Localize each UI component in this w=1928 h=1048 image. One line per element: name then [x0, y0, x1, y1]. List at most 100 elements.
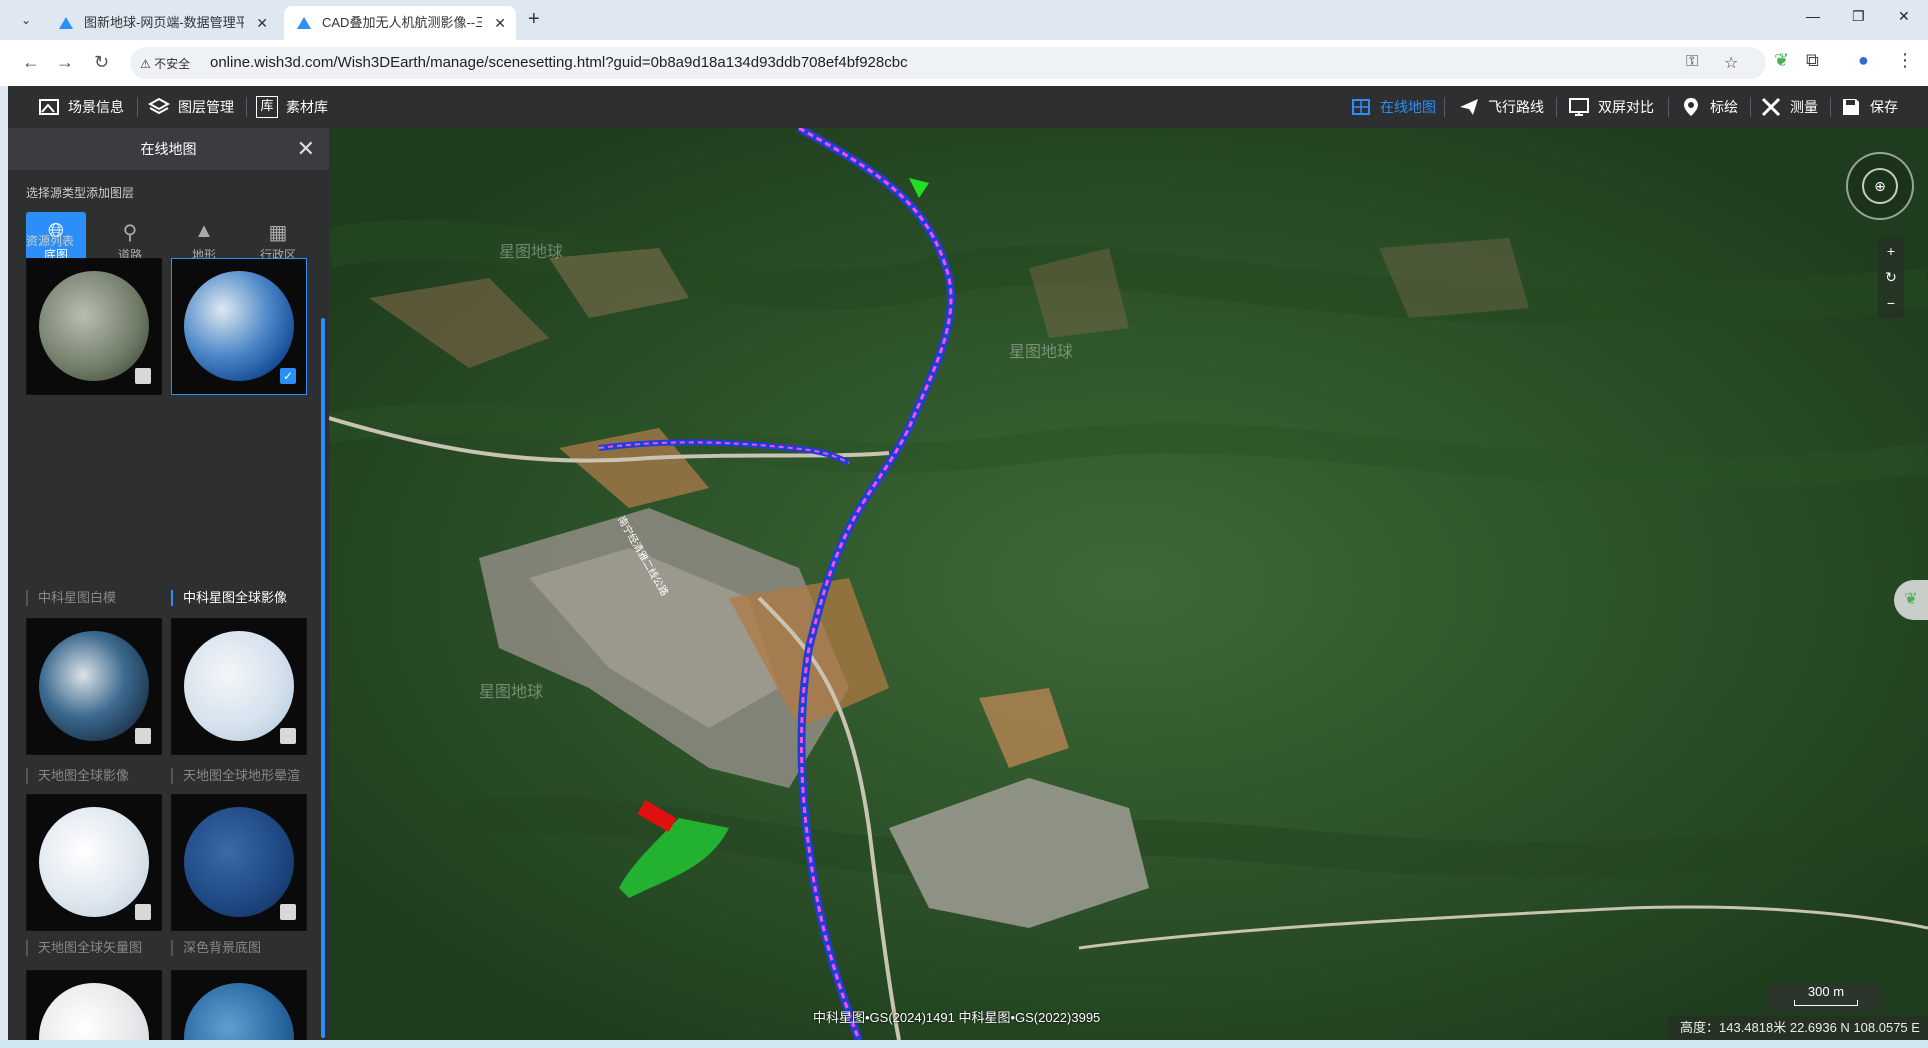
compass-control[interactable]: ⊕: [1846, 152, 1914, 220]
minimize-icon[interactable]: —: [1806, 8, 1820, 24]
wish3d-favicon-icon: [297, 17, 311, 29]
resource-checkbox[interactable]: [280, 904, 296, 920]
new-tab-button[interactable]: +: [528, 8, 540, 31]
map-viewport[interactable]: 星图地球 星图地球 星图地球 南宁经清雅二线公路 ⊕ + ↻ − ❦ 中科星图•…: [329, 128, 1928, 1040]
taskbar-strip: [0, 1040, 1928, 1048]
road-icon: ⚲: [122, 222, 138, 244]
online-map-icon: [1352, 99, 1370, 115]
close-icon[interactable]: ✕: [297, 138, 315, 160]
toolbar-label: 场景信息: [68, 99, 124, 115]
panel-title: 在线地图: [8, 128, 329, 170]
material-library-button[interactable]: 库 素材库: [256, 86, 328, 128]
map-watermark: 星图地球: [479, 684, 544, 701]
dual-screen-icon: [1569, 98, 1589, 116]
resource-tile[interactable]: [26, 970, 162, 1048]
toolbar-divider: [1830, 97, 1831, 117]
zoom-control: + ↻ −: [1878, 238, 1904, 318]
resource-tile[interactable]: [26, 618, 162, 755]
tab-title: 图新地球-网页端-数据管理平台: [84, 15, 244, 30]
panel-scrollbar[interactable]: [321, 318, 325, 1038]
close-tab-icon[interactable]: ✕: [256, 6, 268, 40]
bookmark-star-icon[interactable]: ☆: [1724, 53, 1738, 73]
globe-thumbnail: [39, 631, 149, 741]
scale-bar: 300 m: [1770, 984, 1882, 1012]
browser-tab-1[interactable]: 图新地球-网页端-数据管理平台 ✕: [46, 6, 278, 40]
location-pin-icon: [1684, 98, 1698, 116]
resource-checkbox[interactable]: [135, 368, 151, 384]
back-icon[interactable]: ←: [22, 52, 40, 73]
globe-thumbnail: [39, 983, 149, 1048]
browser-menu-icon[interactable]: ⋮: [1896, 50, 1914, 71]
district-icon: ▦: [268, 222, 288, 244]
coordinates-readout: 高度：143.4818米 22.6936 N 108.0575 E: [1668, 1016, 1928, 1040]
map-watermark: 星图地球: [1009, 344, 1074, 361]
online-map-button[interactable]: 在线地图: [1350, 86, 1436, 128]
save-icon: [1843, 99, 1859, 115]
zoom-out-button[interactable]: −: [1878, 290, 1904, 316]
toolbar-label: 飞行路线: [1488, 99, 1544, 115]
profile-avatar-icon[interactable]: ●: [1858, 50, 1869, 71]
toolbar-divider: [1750, 97, 1751, 117]
toolbar-label: 保存: [1870, 99, 1898, 115]
resource-tile[interactable]: [171, 794, 307, 931]
extensions-puzzle-icon[interactable]: ⧉: [1806, 50, 1819, 71]
resource-checkbox[interactable]: [135, 904, 151, 920]
plot-button[interactable]: 标绘: [1680, 86, 1738, 128]
security-indicator[interactable]: ⚠ 不安全: [140, 55, 190, 72]
toolbar-divider: [1556, 97, 1557, 117]
toolbar-label: 双屏对比: [1598, 99, 1654, 115]
globe-thumbnail: [184, 807, 294, 917]
close-window-icon[interactable]: ✕: [1898, 8, 1910, 25]
measure-button[interactable]: 测量: [1760, 86, 1818, 128]
scene-info-button[interactable]: 场景信息: [38, 86, 124, 128]
resource-tile[interactable]: [171, 618, 307, 755]
resource-tile[interactable]: ✓: [171, 258, 307, 395]
password-key-icon[interactable]: ⚿: [1686, 53, 1698, 71]
reset-view-button[interactable]: ↻: [1878, 264, 1904, 290]
extension-leaf-icon[interactable]: ❦: [1774, 50, 1789, 71]
map-watermark: 星图地球: [499, 244, 564, 261]
url-text[interactable]: online.wish3d.com/Wish3DEarth/manage/sce…: [210, 54, 908, 71]
resource-label: 天地图全球矢量图: [26, 940, 162, 956]
tab-search-icon[interactable]: ⌄: [14, 9, 38, 31]
toolbar-label: 标绘: [1710, 99, 1738, 115]
source-type-label: 选择源类型添加图层: [26, 186, 135, 200]
toolbar-divider: [1668, 97, 1669, 117]
restore-icon[interactable]: ❐: [1852, 8, 1865, 25]
wish3d-favicon-icon: [59, 17, 73, 29]
toolbar-divider: [1444, 97, 1445, 117]
close-tab-icon[interactable]: ✕: [494, 6, 506, 40]
toolbar-label: 图层管理: [178, 99, 234, 115]
omnibox[interactable]: ⚠ 不安全 online.wish3d.com/Wish3DEarth/mana…: [130, 47, 1766, 79]
browser-tab-2[interactable]: CAD叠加无人机航测影像--三维 ✕: [284, 6, 516, 40]
dual-screen-button[interactable]: 双屏对比: [1568, 86, 1654, 128]
scale-bar-line: [1794, 1000, 1858, 1006]
resource-tile[interactable]: [171, 970, 307, 1048]
side-plugin-icon[interactable]: ❦: [1894, 580, 1928, 620]
toolbar-label: 测量: [1790, 99, 1818, 115]
resource-tile[interactable]: [26, 258, 162, 395]
resource-tile[interactable]: [26, 794, 162, 931]
resource-checkbox[interactable]: [280, 728, 296, 744]
resource-checkbox[interactable]: [135, 728, 151, 744]
resource-list-label: 资源列表: [26, 234, 75, 248]
app-toolbar: 场景信息 图层管理 库 素材库 在线地图 飞行路线 双屏对比 标绘 测量 保存: [8, 86, 1928, 128]
satellite-imagery: [329, 128, 1928, 1040]
layer-manage-button[interactable]: 图层管理: [148, 86, 234, 128]
reload-icon[interactable]: ↻: [94, 52, 109, 73]
zoom-in-button[interactable]: +: [1878, 238, 1904, 264]
toolbar-label: 素材库: [286, 99, 328, 115]
forward-icon[interactable]: →: [56, 52, 74, 73]
crosshair-icon: ⊕: [1874, 178, 1886, 194]
toolbar-divider: [246, 97, 247, 117]
save-button[interactable]: 保存: [1840, 86, 1898, 128]
online-map-panel: 在线地图 ✕ 选择源类型添加图层 🌐︎ 底图 ⚲ 道路 ▲ 地形 ▦ 行政区 资…: [8, 128, 329, 1048]
library-icon: 库: [256, 96, 278, 118]
address-bar: ← → ↻ ⚠ 不安全 online.wish3d.com/Wish3DEart…: [0, 40, 1928, 86]
flight-route-button[interactable]: 飞行路线: [1458, 86, 1544, 128]
resource-checkbox[interactable]: ✓: [280, 368, 296, 384]
map-credit: 中科星图•GS(2024)1491 中科星图•GS(2022)3995: [813, 1010, 1101, 1025]
resource-label: 天地图全球地形晕渲: [171, 768, 307, 784]
globe-thumbnail: [39, 271, 149, 381]
toolbar-divider: [137, 97, 138, 117]
